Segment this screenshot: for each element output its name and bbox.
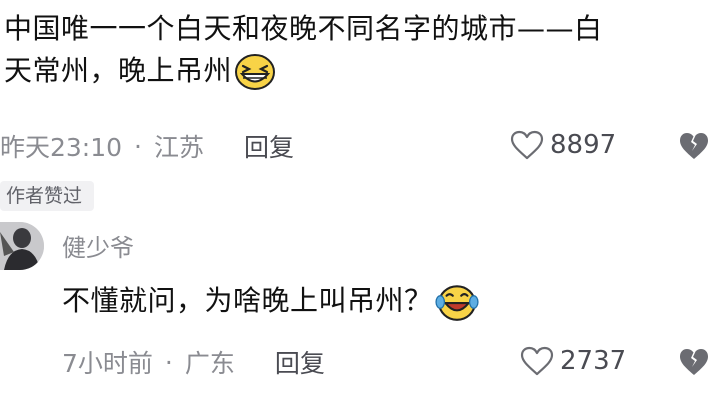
comment-line-2-text: 天常州，晚上吊州 [4, 54, 233, 87]
laugh-tears-emoji-icon [434, 285, 479, 321]
comment-text: 中国唯一一个白天和夜晚不同名字的城市——白 天常州，晚上吊州 [4, 8, 716, 92]
reply-reply-button[interactable]: 回复 [275, 344, 325, 380]
comment-location: 江苏 [154, 133, 205, 162]
comment-line-1: 中国唯一一个白天和夜晚不同名字的城市——白 [4, 12, 603, 45]
heart-outline-icon [510, 130, 544, 160]
comment-time: 昨天23:10 [0, 133, 123, 162]
heart-outline-icon [520, 346, 554, 376]
broken-heart-icon[interactable] [678, 347, 710, 377]
author-liked-badge: 作者赞过 [0, 181, 95, 211]
reply-text: 不懂就问，为啥晚上叫吊州？ [62, 280, 479, 322]
avatar-image [0, 222, 44, 270]
reply-location: 广东 [184, 349, 235, 378]
avatar[interactable] [0, 222, 44, 270]
separator-dot: · [134, 131, 142, 161]
comment-reply-button[interactable]: 回复 [244, 128, 294, 164]
reply-time: 7小时前 [62, 349, 153, 378]
reply-like-button[interactable]: 2737 [520, 346, 626, 376]
separator-dot: · [164, 347, 173, 377]
broken-heart-icon[interactable] [678, 131, 710, 161]
reply-text-content: 不懂就问，为啥晚上叫吊州？ [62, 284, 433, 317]
comment-like-button[interactable]: 8897 [510, 130, 616, 160]
reply-username[interactable]: 健少爷 [62, 228, 134, 263]
comment-like-count: 8897 [550, 130, 617, 160]
grinning-squint-emoji-icon [235, 54, 276, 90]
comment-line-2: 天常州，晚上吊州 [4, 50, 716, 92]
reply-like-count: 2737 [560, 346, 627, 376]
